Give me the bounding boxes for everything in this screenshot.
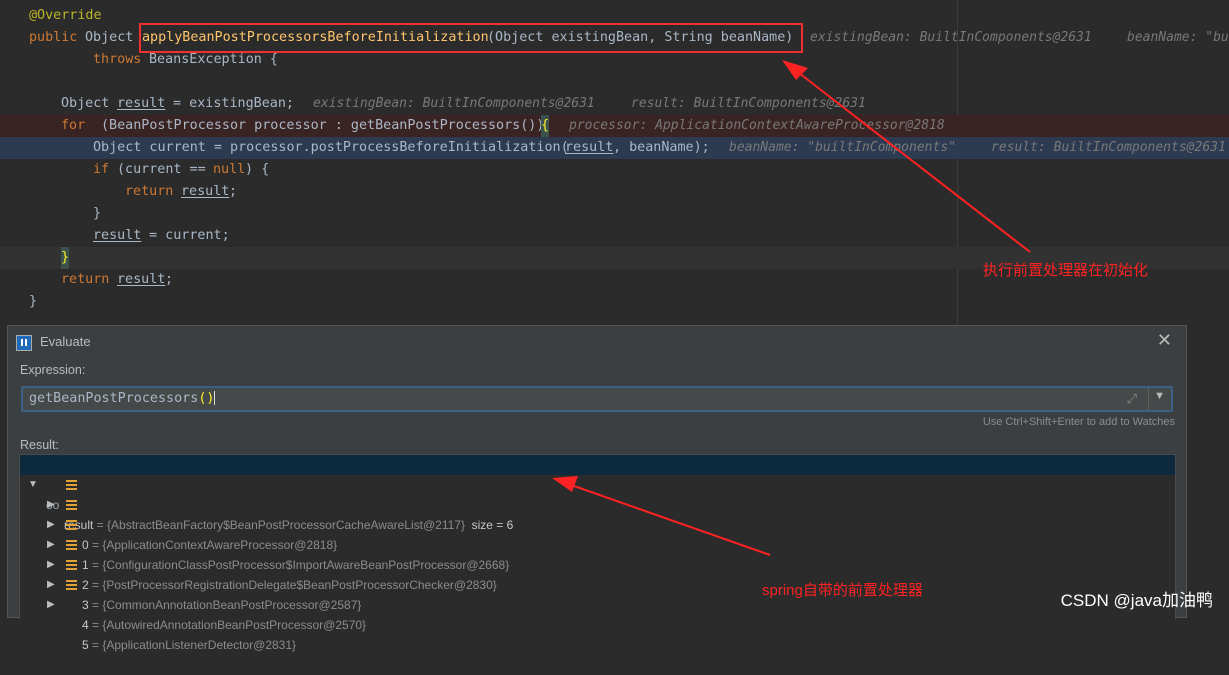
code-text: } — [93, 206, 102, 221]
highlight-box-method — [139, 23, 803, 53]
inline-hint: existingBean: BuiltInComponents@2631 — [313, 96, 595, 111]
keyword-if: if — [93, 162, 118, 177]
code-text: Object — [61, 96, 118, 111]
code-line-14: } — [0, 291, 1229, 313]
code-line-6-breakpoint: for (BeanPostProcessor processor : getBe… — [0, 115, 1229, 137]
item-index: 3 — [82, 598, 89, 612]
chevron-down-icon[interactable]: ▼ — [1154, 390, 1165, 402]
expression-parens: () — [198, 391, 215, 406]
tree-root-row[interactable]: ▼ oo result = {AbstractBeanFactory$BeanP… — [20, 455, 1175, 532]
code-text: = current; — [141, 228, 230, 243]
inline-hint: beanName: "builtInComponents" — [729, 140, 956, 155]
matched-brace: { — [541, 115, 550, 137]
item-index: 5 — [82, 638, 89, 652]
code-text: Object current = processor.postProcessBe… — [93, 140, 569, 155]
inline-hint: existingBean: BuiltInComponents@2631 — [810, 30, 1092, 45]
keyword-return: return — [125, 184, 182, 199]
tree-item-row[interactable]: ▶ 2 = {PostProcessorRegistrationDelegate… — [20, 515, 1175, 592]
dialog-title-bar[interactable]: Evaluate — [16, 332, 91, 352]
keyword-public: public — [29, 30, 86, 45]
code-text: ) { — [245, 162, 270, 177]
dialog-title: Evaluate — [40, 334, 91, 349]
item-value: {AutowiredAnnotationBeanPostProcessor@25… — [102, 618, 367, 632]
field-icon — [66, 480, 77, 490]
expression-input[interactable]: getBeanPostProcessors() ⤢ ▼ — [21, 386, 1173, 412]
tree-item-row[interactable]: ▶ 0 = {ApplicationContextAwareProcessor@… — [20, 475, 1175, 552]
close-icon[interactable]: ✕ — [1157, 330, 1172, 351]
field-icon — [66, 500, 77, 510]
code-line-9: return result ; — [0, 181, 1229, 203]
return-type: Object — [85, 30, 142, 45]
text-caret — [214, 391, 216, 405]
inline-hint: beanName: "bu — [1127, 30, 1229, 45]
code-line-11: result = current; — [0, 225, 1229, 247]
tree-item-row[interactable]: ▶ 4 = {AutowiredAnnotationBeanPostProces… — [20, 555, 1175, 632]
item-value: {CommonAnnotationBeanPostProcessor@2587} — [102, 598, 362, 612]
variable-result: result — [117, 96, 166, 111]
code-line-10: } — [0, 203, 1229, 225]
csdn-watermark: CSDN @java加油鸭 — [1060, 591, 1213, 610]
expression-text: getBeanPostProcessors — [29, 391, 199, 406]
field-icon — [66, 560, 77, 570]
code-text: = existingBean; — [165, 96, 294, 111]
chevron-right-icon[interactable]: ▶ — [47, 595, 55, 615]
code-line-8: if (current == null ) { — [0, 159, 1229, 181]
item-index: 4 — [82, 618, 89, 632]
variable-result: result — [117, 272, 166, 287]
code-text: (current == — [117, 162, 214, 177]
expand-icon[interactable]: ⤢ — [1127, 391, 1137, 407]
evaluate-dialog: Evaluate ✕ Expression: getBeanPostProces… — [7, 325, 1187, 652]
field-icon — [66, 580, 77, 590]
code-text: ; — [229, 184, 238, 199]
intellij-icon — [16, 334, 32, 351]
keyword-for: for — [61, 118, 94, 133]
inline-hint: result: BuiltInComponents@2631 — [991, 140, 1226, 155]
variable-result: result — [93, 228, 142, 243]
keyword-null: null — [213, 162, 246, 177]
variable-result: result — [565, 140, 614, 155]
field-icon — [66, 540, 77, 550]
code-text: , beanName); — [613, 140, 710, 155]
code-line-5: Object result = existingBean; existingBe… — [0, 93, 1229, 115]
tree-item-row[interactable]: ▶ 5 = {ApplicationListenerDetector@2831} — [20, 575, 1175, 652]
item-value: {ApplicationListenerDetector@2831} — [102, 638, 297, 652]
matched-brace: } — [61, 247, 70, 269]
result-label: Result: — [20, 438, 59, 452]
inline-hint: result: BuiltInComponents@2631 — [631, 96, 866, 111]
code-text: (BeanPostProcessor processor : getBeanPo… — [101, 118, 553, 133]
keyword-return: return — [61, 272, 118, 287]
watches-hint: Use Ctrl+Shift+Enter to add to Watches — [982, 416, 1175, 428]
override-annotation: @Override — [29, 8, 102, 23]
annotation-top-note: 执行前置处理器在初始化 — [983, 262, 1149, 279]
variable-result: result — [181, 184, 230, 199]
expression-label: Expression: — [20, 363, 86, 377]
tree-item-row[interactable]: ▶ 3 = {CommonAnnotationBeanPostProcessor… — [20, 535, 1175, 612]
field-icon — [66, 520, 77, 530]
code-line-7-current: Object current = processor.postProcessBe… — [0, 137, 1229, 159]
annotation-bottom-note: spring自带的前置处理器 — [762, 582, 923, 599]
result-tree[interactable]: ▼ oo result = {AbstractBeanFactory$BeanP… — [19, 454, 1176, 652]
tree-item-row[interactable]: ▶ 1 = {ConfigurationClassPostProcessor$I… — [20, 495, 1175, 572]
code-editor[interactable]: @Override public Object applyBeanPostPro… — [0, 0, 1229, 325]
dropdown-separator — [1148, 388, 1149, 410]
code-text: ; — [165, 272, 174, 287]
inline-hint: processor: ApplicationContextAwareProces… — [569, 118, 945, 133]
code-text: } — [29, 294, 38, 309]
